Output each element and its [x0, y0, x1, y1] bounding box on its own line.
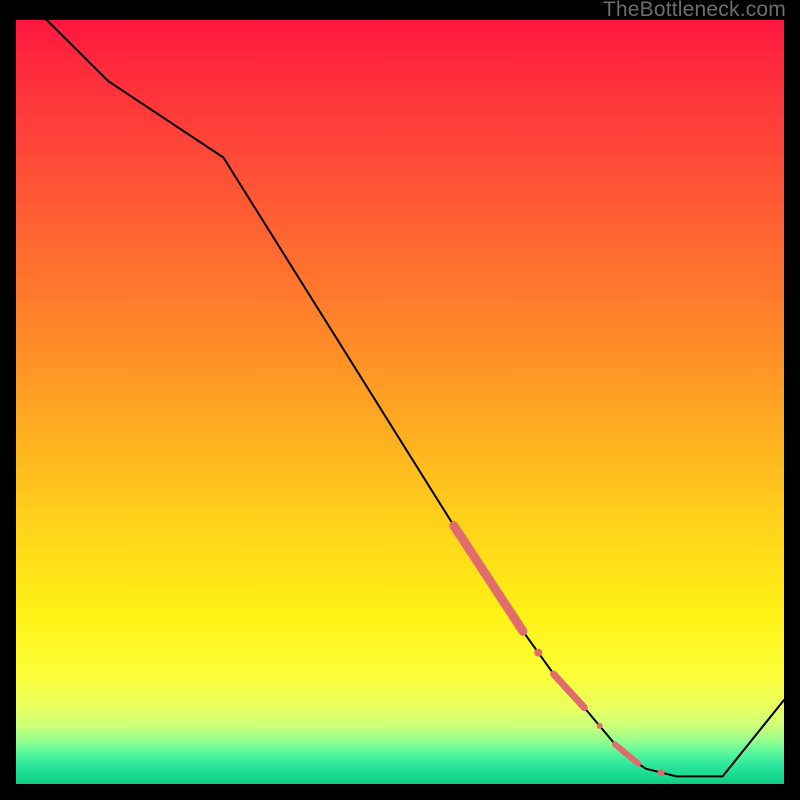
highlight-segment: [615, 744, 638, 763]
highlight-segment: [454, 526, 523, 632]
highlight-dot: [597, 723, 603, 729]
highlight-dot: [658, 769, 665, 776]
watermark-text: TheBottleneck.com: [603, 0, 786, 22]
highlight-segment: [554, 674, 585, 708]
highlight-markers: [454, 526, 665, 776]
bottleneck-curve: [16, 20, 784, 776]
chart-frame: TheBottleneck.com: [0, 0, 800, 800]
highlight-dot: [534, 649, 542, 657]
plot-svg: [16, 20, 784, 784]
plot-area: [16, 20, 784, 784]
